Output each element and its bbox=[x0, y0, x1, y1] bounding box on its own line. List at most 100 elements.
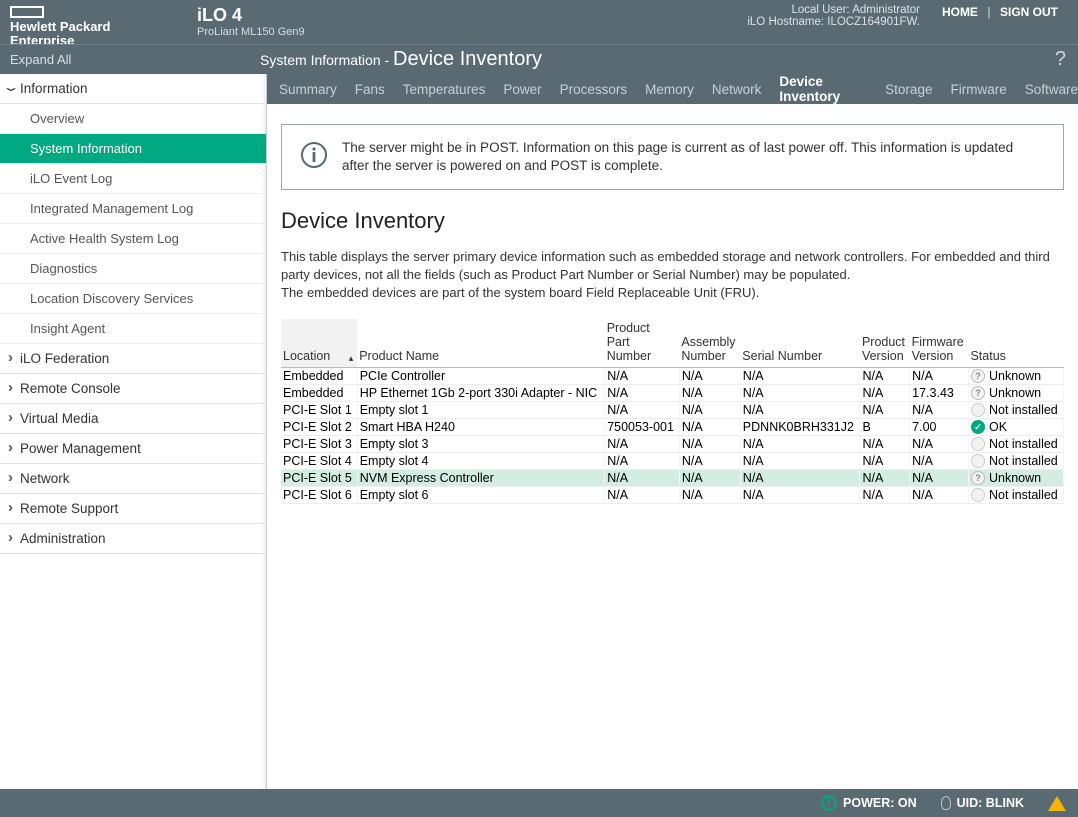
table-row[interactable]: PCI-E Slot 5NVM Express ControllerN/AN/A… bbox=[281, 470, 1064, 487]
status-text: Unknown bbox=[989, 471, 1041, 485]
hpe-brand-line1: Hewlett Packard bbox=[10, 20, 187, 34]
nav-item-integrated-management-log[interactable]: Integrated Management Log bbox=[0, 194, 266, 224]
table-cell: N/A bbox=[910, 436, 969, 453]
col-product-name[interactable]: Product Name bbox=[357, 319, 604, 368]
status-text: Unknown bbox=[989, 369, 1041, 383]
col-firmware-version[interactable]: FirmwareVersion bbox=[910, 319, 969, 368]
section-title: Device Inventory bbox=[281, 208, 1064, 234]
status-notinst-icon bbox=[971, 488, 985, 502]
table-cell: N/A bbox=[740, 368, 860, 385]
tab-summary[interactable]: Summary bbox=[279, 82, 337, 97]
tab-temperatures[interactable]: Temperatures bbox=[403, 82, 486, 97]
nav-item-overview[interactable]: Overview bbox=[0, 104, 266, 134]
table-row[interactable]: EmbeddedHP Ethernet 1Gb 2-port 330i Adap… bbox=[281, 385, 1064, 402]
tab-network[interactable]: Network bbox=[712, 82, 762, 97]
info-icon bbox=[300, 141, 328, 172]
table-cell: N/A bbox=[679, 419, 740, 436]
power-status[interactable]: POWER: ON bbox=[821, 795, 917, 811]
local-user-label: Local User: Administrator bbox=[747, 4, 920, 16]
col-location[interactable]: Location bbox=[281, 319, 357, 368]
product-model: ProLiant ML150 Gen9 bbox=[197, 26, 305, 38]
tab-memory[interactable]: Memory bbox=[645, 82, 694, 97]
table-row[interactable]: PCI-E Slot 4Empty slot 4N/AN/AN/AN/AN/AN… bbox=[281, 453, 1064, 470]
status-cell: ?Unknown bbox=[968, 385, 1063, 402]
table-cell: 750053-001 bbox=[605, 419, 680, 436]
nav-section-administration[interactable]: Administration bbox=[0, 524, 266, 554]
info-banner: The server might be in POST. Information… bbox=[281, 124, 1064, 190]
table-cell: N/A bbox=[740, 385, 860, 402]
status-cell: Not installed bbox=[968, 487, 1063, 504]
status-unknown-icon: ? bbox=[971, 369, 985, 383]
signout-link[interactable]: SIGN OUT bbox=[994, 5, 1064, 19]
table-cell: 7.00 bbox=[910, 419, 969, 436]
table-cell: Empty slot 4 bbox=[357, 453, 604, 470]
page-title-prefix: System Information - bbox=[260, 52, 393, 68]
tabs-bar: Summary Fans Temperatures Power Processors Me… bbox=[267, 74, 1078, 104]
nav-item-ilo-event-log[interactable]: iLO Event Log bbox=[0, 164, 266, 194]
table-cell: B bbox=[860, 419, 910, 436]
table-row[interactable]: PCI-E Slot 3Empty slot 3N/AN/AN/AN/AN/AN… bbox=[281, 436, 1064, 453]
col-status[interactable]: Status bbox=[968, 319, 1063, 368]
link-divider: | bbox=[987, 5, 990, 19]
table-cell: HP Ethernet 1Gb 2-port 330i Adapter - NI… bbox=[357, 385, 604, 402]
table-cell: N/A bbox=[860, 436, 910, 453]
table-cell: N/A bbox=[910, 487, 969, 504]
table-cell: N/A bbox=[605, 487, 680, 504]
main-content: Summary Fans Temperatures Power Processors Me… bbox=[267, 74, 1078, 789]
status-unknown-icon: ? bbox=[971, 471, 985, 485]
nav-item-system-information[interactable]: System Information bbox=[0, 134, 266, 164]
table-cell: N/A bbox=[740, 453, 860, 470]
tab-device-inventory[interactable]: Device Inventory bbox=[779, 74, 867, 104]
status-text: OK bbox=[989, 420, 1007, 434]
table-row[interactable]: PCI-E Slot 6Empty slot 6N/AN/AN/AN/AN/AN… bbox=[281, 487, 1064, 504]
table-cell: Empty slot 3 bbox=[357, 436, 604, 453]
table-cell: N/A bbox=[740, 402, 860, 419]
nav-item-location-discovery-services[interactable]: Location Discovery Services bbox=[0, 284, 266, 314]
tab-software[interactable]: Software bbox=[1025, 82, 1078, 97]
table-cell: PCI-E Slot 4 bbox=[281, 453, 357, 470]
nav-item-insight-agent[interactable]: Insight Agent bbox=[0, 314, 266, 344]
tab-power[interactable]: Power bbox=[503, 82, 541, 97]
tab-fans[interactable]: Fans bbox=[355, 82, 385, 97]
col-product-version[interactable]: ProductVersion bbox=[860, 319, 910, 368]
warning-icon[interactable] bbox=[1048, 796, 1066, 811]
help-icon[interactable]: ? bbox=[1055, 48, 1066, 71]
tab-processors[interactable]: Processors bbox=[560, 82, 628, 97]
nav-section-remote-console[interactable]: Remote Console bbox=[0, 374, 266, 404]
tab-firmware[interactable]: Firmware bbox=[950, 82, 1006, 97]
col-serial-number[interactable]: Serial Number bbox=[740, 319, 860, 368]
page-title-main: Device Inventory bbox=[393, 48, 542, 70]
header-right: Local User: Administrator iLO Hostname: … bbox=[747, 0, 1078, 44]
table-row[interactable]: EmbeddedPCIe ControllerN/AN/AN/AN/AN/A?U… bbox=[281, 368, 1064, 385]
table-cell: PCI-E Slot 3 bbox=[281, 436, 357, 453]
nav-section-network[interactable]: Network bbox=[0, 464, 266, 494]
info-banner-text: The server might be in POST. Information… bbox=[342, 139, 1043, 175]
table-cell: 17.3.43 bbox=[910, 385, 969, 402]
nav-section-remote-support[interactable]: Remote Support bbox=[0, 494, 266, 524]
home-link[interactable]: HOME bbox=[936, 5, 984, 19]
nav-section-ilo-federation[interactable]: iLO Federation bbox=[0, 344, 266, 374]
status-cell: Not installed bbox=[968, 436, 1063, 453]
nav-item-active-health-system-log[interactable]: Active Health System Log bbox=[0, 224, 266, 254]
col-product-part-number[interactable]: ProductPartNumber bbox=[605, 319, 680, 368]
table-cell: N/A bbox=[860, 402, 910, 419]
nav-item-diagnostics[interactable]: Diagnostics bbox=[0, 254, 266, 284]
nav-section-information[interactable]: Information bbox=[0, 74, 266, 104]
product-title: iLO 4 bbox=[197, 5, 305, 26]
table-row[interactable]: PCI-E Slot 1Empty slot 1N/AN/AN/AN/AN/AN… bbox=[281, 402, 1064, 419]
table-cell: N/A bbox=[679, 385, 740, 402]
table-row[interactable]: PCI-E Slot 2Smart HBA H240750053-001N/AP… bbox=[281, 419, 1064, 436]
col-assembly-number[interactable]: AssemblyNumber bbox=[679, 319, 740, 368]
nav-section-virtual-media[interactable]: Virtual Media bbox=[0, 404, 266, 434]
device-inventory-table: LocationProduct NameProductPartNumberAss… bbox=[281, 319, 1064, 504]
expand-all-link[interactable]: Expand All bbox=[10, 52, 260, 67]
uid-status[interactable]: UID: BLINK bbox=[941, 796, 1024, 810]
table-cell: N/A bbox=[910, 368, 969, 385]
status-cell: ? Unknown bbox=[968, 368, 1063, 385]
status-ok-icon: ✓ bbox=[971, 420, 985, 434]
table-cell: N/A bbox=[679, 470, 740, 487]
nav-section-power-management[interactable]: Power Management bbox=[0, 434, 266, 464]
status-unknown-icon: ? bbox=[971, 386, 985, 400]
table-cell: Empty slot 1 bbox=[357, 402, 604, 419]
tab-storage[interactable]: Storage bbox=[885, 82, 932, 97]
